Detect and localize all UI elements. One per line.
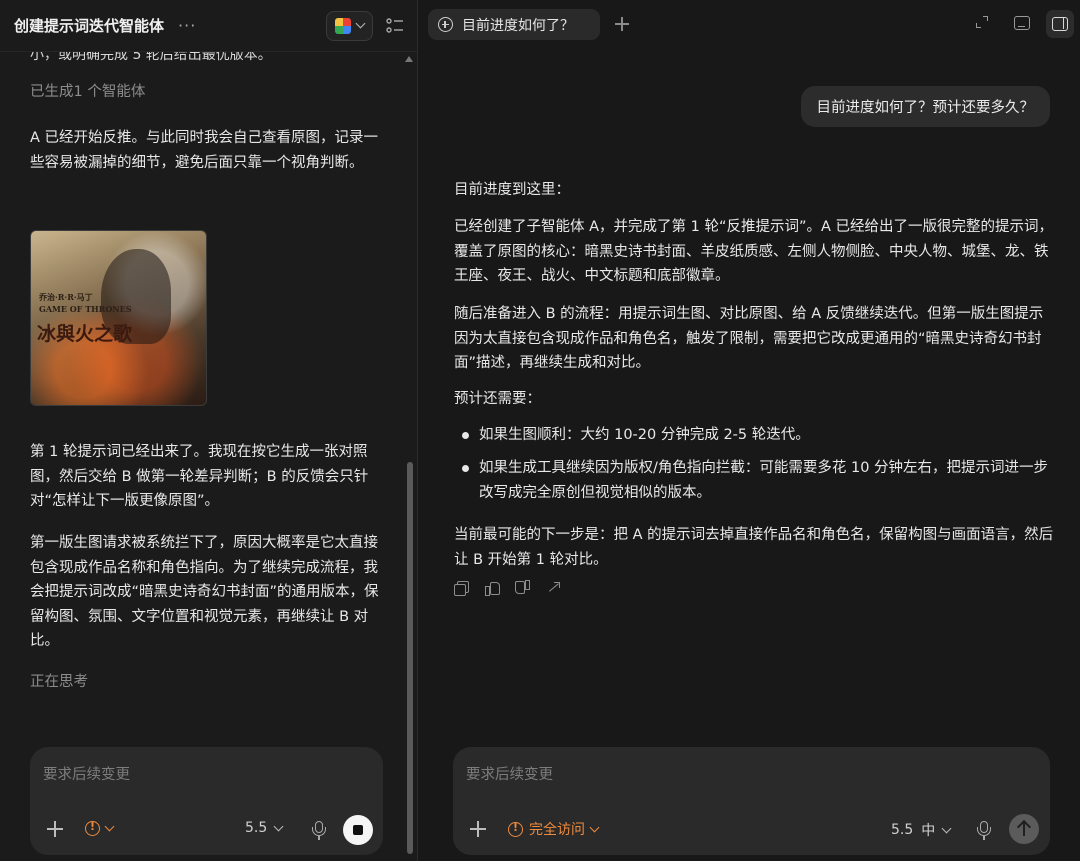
copy-icon[interactable] — [454, 581, 469, 596]
assistant-paragraph: 目前进度到这里： — [454, 182, 570, 198]
right-panel: 目前进度如何了？ 目前进度如何了？预计还要多久？ 目前进度到这里： 已经创建了子… — [418, 0, 1080, 861]
message-actions — [454, 581, 561, 596]
thumbs-up-icon[interactable] — [485, 581, 500, 596]
composer-input[interactable]: 要求后续变更 — [43, 763, 130, 784]
assistant-paragraph: 第一版生图请求被系统拦下了，原因大概率是它太直接包含现成作品名称和角色指向。为了… — [30, 535, 379, 649]
list-item: 如果生成工具继续因为版权/角色指向拦截：可能需要多花 10 分钟左右，把提示词进… — [479, 460, 1049, 501]
warning-icon — [508, 821, 523, 837]
warning-icon — [85, 820, 100, 836]
expand-icon[interactable] — [976, 16, 988, 28]
add-attachment-button[interactable] — [469, 820, 487, 838]
image-caption-english: GAME OF THRONES — [39, 304, 132, 314]
chevron-down-icon — [589, 822, 600, 832]
sidebar-toggle-button[interactable] — [1046, 10, 1074, 38]
voice-input-button[interactable] — [312, 821, 326, 841]
right-composer: 要求后续变更 完全访问 5.5 中 — [453, 747, 1050, 855]
tab-current-thread[interactable]: 目前进度如何了？ — [428, 9, 600, 40]
voice-input-button[interactable] — [977, 821, 991, 841]
task-list-button[interactable] — [385, 16, 405, 36]
list-item: 如果生图顺利：大约 10-20 分钟完成 2-5 轮迭代。 — [479, 427, 810, 443]
access-mode-button[interactable] — [85, 820, 115, 836]
access-mode-label: 完全访问 — [529, 822, 585, 838]
chevron-down-icon — [941, 823, 952, 833]
bullet-dot — [462, 465, 469, 472]
agent-status-text: 已生成1 个智能体 — [30, 84, 146, 100]
effort-label: 中 — [921, 823, 936, 839]
reference-image[interactable]: 乔治·R·R·马丁 GAME OF THRONES 冰與火之歌 — [30, 230, 207, 406]
left-panel: 创建提示词迭代智能体 ··· 小，或明确完成 5 轮后给出最优版本。 已生成1 … — [0, 0, 418, 861]
send-button[interactable] — [1009, 814, 1039, 844]
chevron-down-icon — [104, 821, 115, 832]
terminal-toggle-icon[interactable] — [1014, 16, 1030, 30]
app-window: 创建提示词迭代智能体 ··· 小，或明确完成 5 轮后给出最优版本。 已生成1 … — [0, 0, 1080, 861]
app-switcher-button[interactable] — [326, 10, 373, 41]
assistant-paragraph: 当前最可能的下一步是：把 A 的提示词去掉直接作品名和角色名，保留构图与画面语言… — [454, 527, 1054, 568]
checklist-icon — [386, 17, 403, 33]
assistant-paragraph: 随后准备进入 B 的流程：用提示词生图、对比原图、给 A 反馈继续迭代。但第一版… — [454, 306, 1044, 371]
user-message: 目前进度如何了？预计还要多久？ — [800, 86, 1050, 127]
tab-label: 目前进度如何了？ — [462, 17, 574, 34]
model-selector[interactable]: 5.5 — [245, 820, 284, 836]
thinking-indicator: 正在思考 — [30, 674, 88, 690]
add-attachment-button[interactable] — [46, 820, 64, 838]
fork-icon[interactable] — [547, 581, 561, 595]
sidebar-panel-icon — [1052, 17, 1068, 31]
model-label: 5.5 — [245, 820, 268, 836]
previous-message-text: 小，或明确完成 5 轮后给出最优版本。 — [30, 52, 272, 63]
more-options-button[interactable]: ··· — [178, 16, 196, 35]
app-grid-icon — [335, 17, 351, 34]
assistant-paragraph: 第 1 轮提示词已经出来了。我现在按它生成一张对照图，然后交给 B 做第一轮差异… — [30, 444, 369, 509]
thumbs-down-icon[interactable] — [516, 581, 530, 595]
stop-generation-button[interactable] — [343, 815, 373, 845]
new-chat-icon — [438, 17, 453, 32]
composer-input[interactable]: 要求后续变更 — [466, 763, 553, 784]
model-label: 5.5 — [891, 822, 914, 838]
assistant-paragraph: 已经创建了子智能体 A，并完成了第 1 轮“反推提示词”。A 已经给出了一版很完… — [454, 219, 1054, 284]
model-selector[interactable]: 5.5 中 — [891, 820, 952, 840]
thread-title: 创建提示词迭代智能体 — [14, 17, 165, 35]
access-mode-button[interactable]: 完全访问 — [508, 819, 600, 839]
left-header: 创建提示词迭代智能体 ··· — [0, 0, 417, 52]
assistant-paragraph: A 已经开始反推。与此同时我会自己查看原图，记录一些容易被漏掉的细节，避免后面只… — [30, 130, 379, 171]
bullet-dot — [462, 432, 469, 439]
left-composer: 要求后续变更 5.5 — [30, 747, 383, 855]
chevron-down-icon — [273, 821, 284, 831]
scrollbar-thumb[interactable] — [407, 462, 413, 854]
assistant-paragraph: 预计还需要： — [454, 391, 541, 407]
image-caption-author: 乔治·R·R·马丁 — [39, 292, 93, 302]
image-caption-title: 冰與火之歌 — [37, 323, 133, 345]
chevron-down-icon — [355, 18, 366, 29]
left-message-area: 小，或明确完成 5 轮后给出最优版本。 已生成1 个智能体 A 已经开始反推。与… — [0, 52, 405, 861]
new-tab-button[interactable] — [615, 17, 629, 31]
scroll-up-arrow[interactable] — [405, 56, 413, 62]
